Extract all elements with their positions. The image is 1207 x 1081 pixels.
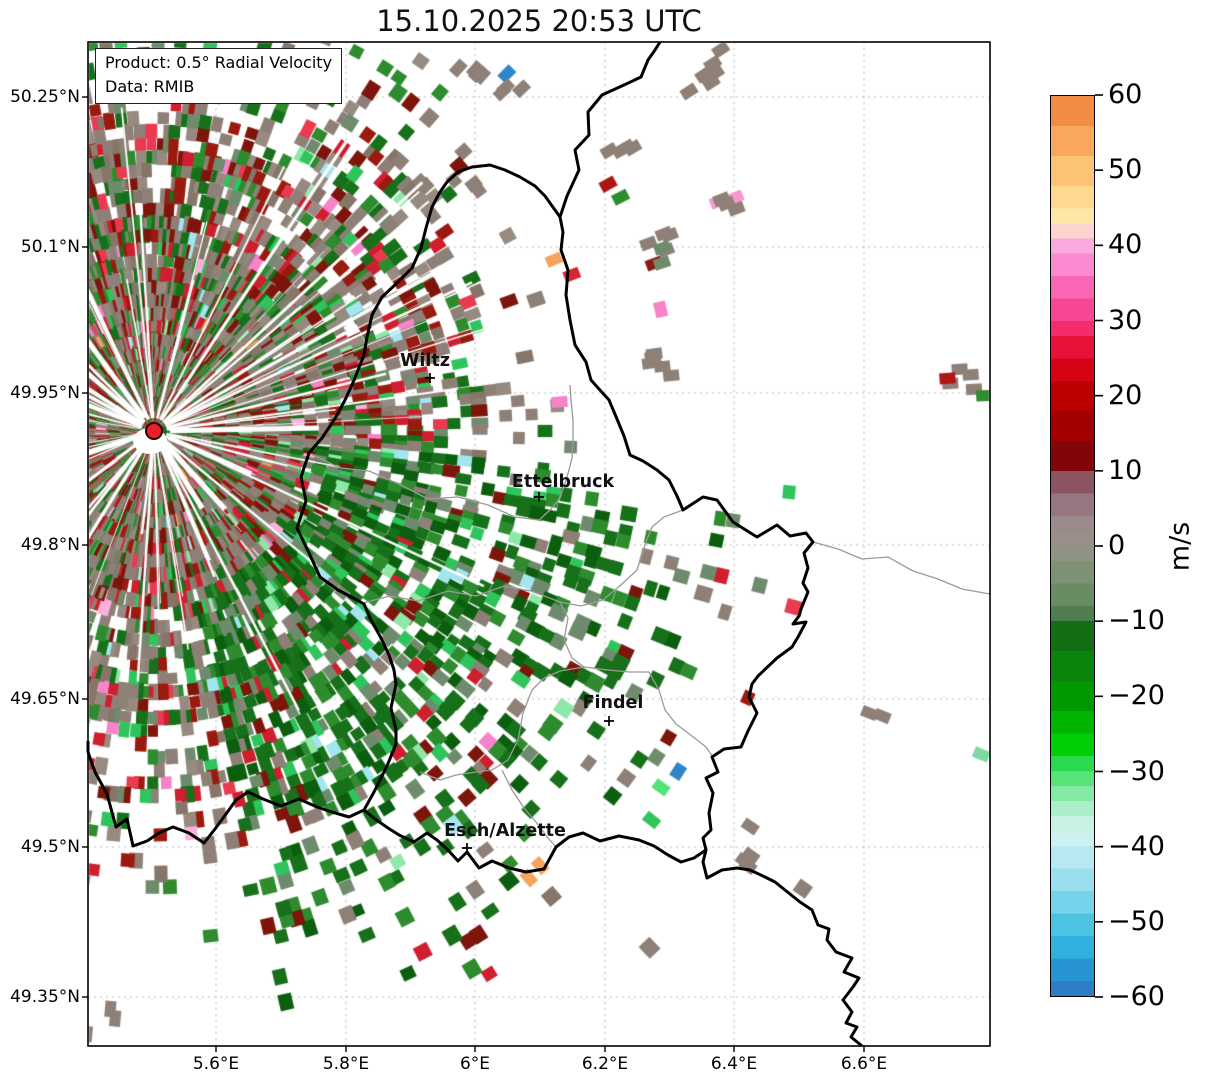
city-plus-marker bbox=[462, 843, 472, 853]
colorbar-tick-label: 40 bbox=[1108, 229, 1143, 261]
y-axis-tick-label: 50.25°N bbox=[10, 87, 80, 107]
plot-frame bbox=[87, 41, 991, 1047]
city-label: Esch/Alzette bbox=[444, 821, 566, 841]
colorbar-tick-label: −10 bbox=[1108, 605, 1165, 637]
colorbar-unit-label: m/s bbox=[1164, 521, 1196, 572]
colorbar-tick-label: −40 bbox=[1108, 830, 1165, 862]
data-source-line: Data: RMIB bbox=[105, 77, 195, 96]
belgium-germany-border-path bbox=[558, 41, 662, 218]
radar-figure: 15.10.2025 20:53 UTC Product: 0.5° Radia… bbox=[0, 0, 1207, 1081]
france-belgium-border-path bbox=[86, 741, 365, 848]
y-axis-tick-label: 49.65°N bbox=[10, 689, 80, 709]
colorbar-tick-label: 50 bbox=[1108, 154, 1143, 186]
city-plus-marker bbox=[425, 373, 435, 383]
colorbar-tick-label: 20 bbox=[1108, 379, 1143, 411]
colorbar-tick-label: −30 bbox=[1108, 755, 1165, 787]
radar-site-marker bbox=[133, 422, 167, 454]
district-borders bbox=[308, 384, 991, 848]
y-axis-tick-label: 49.5°N bbox=[20, 837, 80, 857]
colorbar-tick-label: 0 bbox=[1108, 530, 1126, 561]
colorbar-tick-label: 10 bbox=[1108, 454, 1143, 486]
city-plus-marker bbox=[604, 716, 614, 726]
x-axis-tick-label: 6.2°E bbox=[581, 1054, 629, 1074]
x-axis-tick-label: 6°E bbox=[459, 1054, 491, 1074]
y-axis-tick-label: 49.35°N bbox=[10, 987, 80, 1007]
city-label: Ettelbruck bbox=[511, 472, 615, 492]
colorbar-tick-label: 30 bbox=[1108, 304, 1143, 336]
map-borders-svg bbox=[82, 41, 991, 1052]
product-info-box: Product: 0.5° Radial Velocity Data: RMIB bbox=[95, 48, 343, 104]
city-plus-marker bbox=[534, 492, 544, 502]
city-label: Findel bbox=[582, 693, 644, 713]
france-germany-border-path bbox=[701, 849, 863, 1048]
product-line: Product: 0.5° Radial Velocity bbox=[105, 53, 333, 72]
colorbar-tick-label: −50 bbox=[1108, 905, 1165, 937]
colorbar-tick-label: 60 bbox=[1108, 79, 1143, 110]
x-axis-tick-label: 5.8°E bbox=[322, 1054, 370, 1074]
y-axis-tick-label: 50.1°N bbox=[20, 237, 80, 257]
luxembourg-border-path bbox=[295, 163, 815, 874]
colorbar-tick-label: −20 bbox=[1108, 680, 1165, 712]
city-label: Wiltz bbox=[400, 351, 450, 371]
y-axis-tick-label: 49.95°N bbox=[10, 383, 80, 403]
x-axis-tick-label: 6.4°E bbox=[710, 1054, 758, 1074]
colorbar bbox=[1050, 95, 1095, 997]
x-axis-tick-label: 5.6°E bbox=[192, 1054, 240, 1074]
city-markers bbox=[425, 373, 614, 853]
colorbar-tick-label: −60 bbox=[1108, 981, 1165, 1012]
y-axis-tick-label: 49.8°N bbox=[20, 535, 80, 555]
x-axis-tick-label: 6.6°E bbox=[840, 1054, 888, 1074]
axis-tick-marks bbox=[82, 96, 865, 1052]
